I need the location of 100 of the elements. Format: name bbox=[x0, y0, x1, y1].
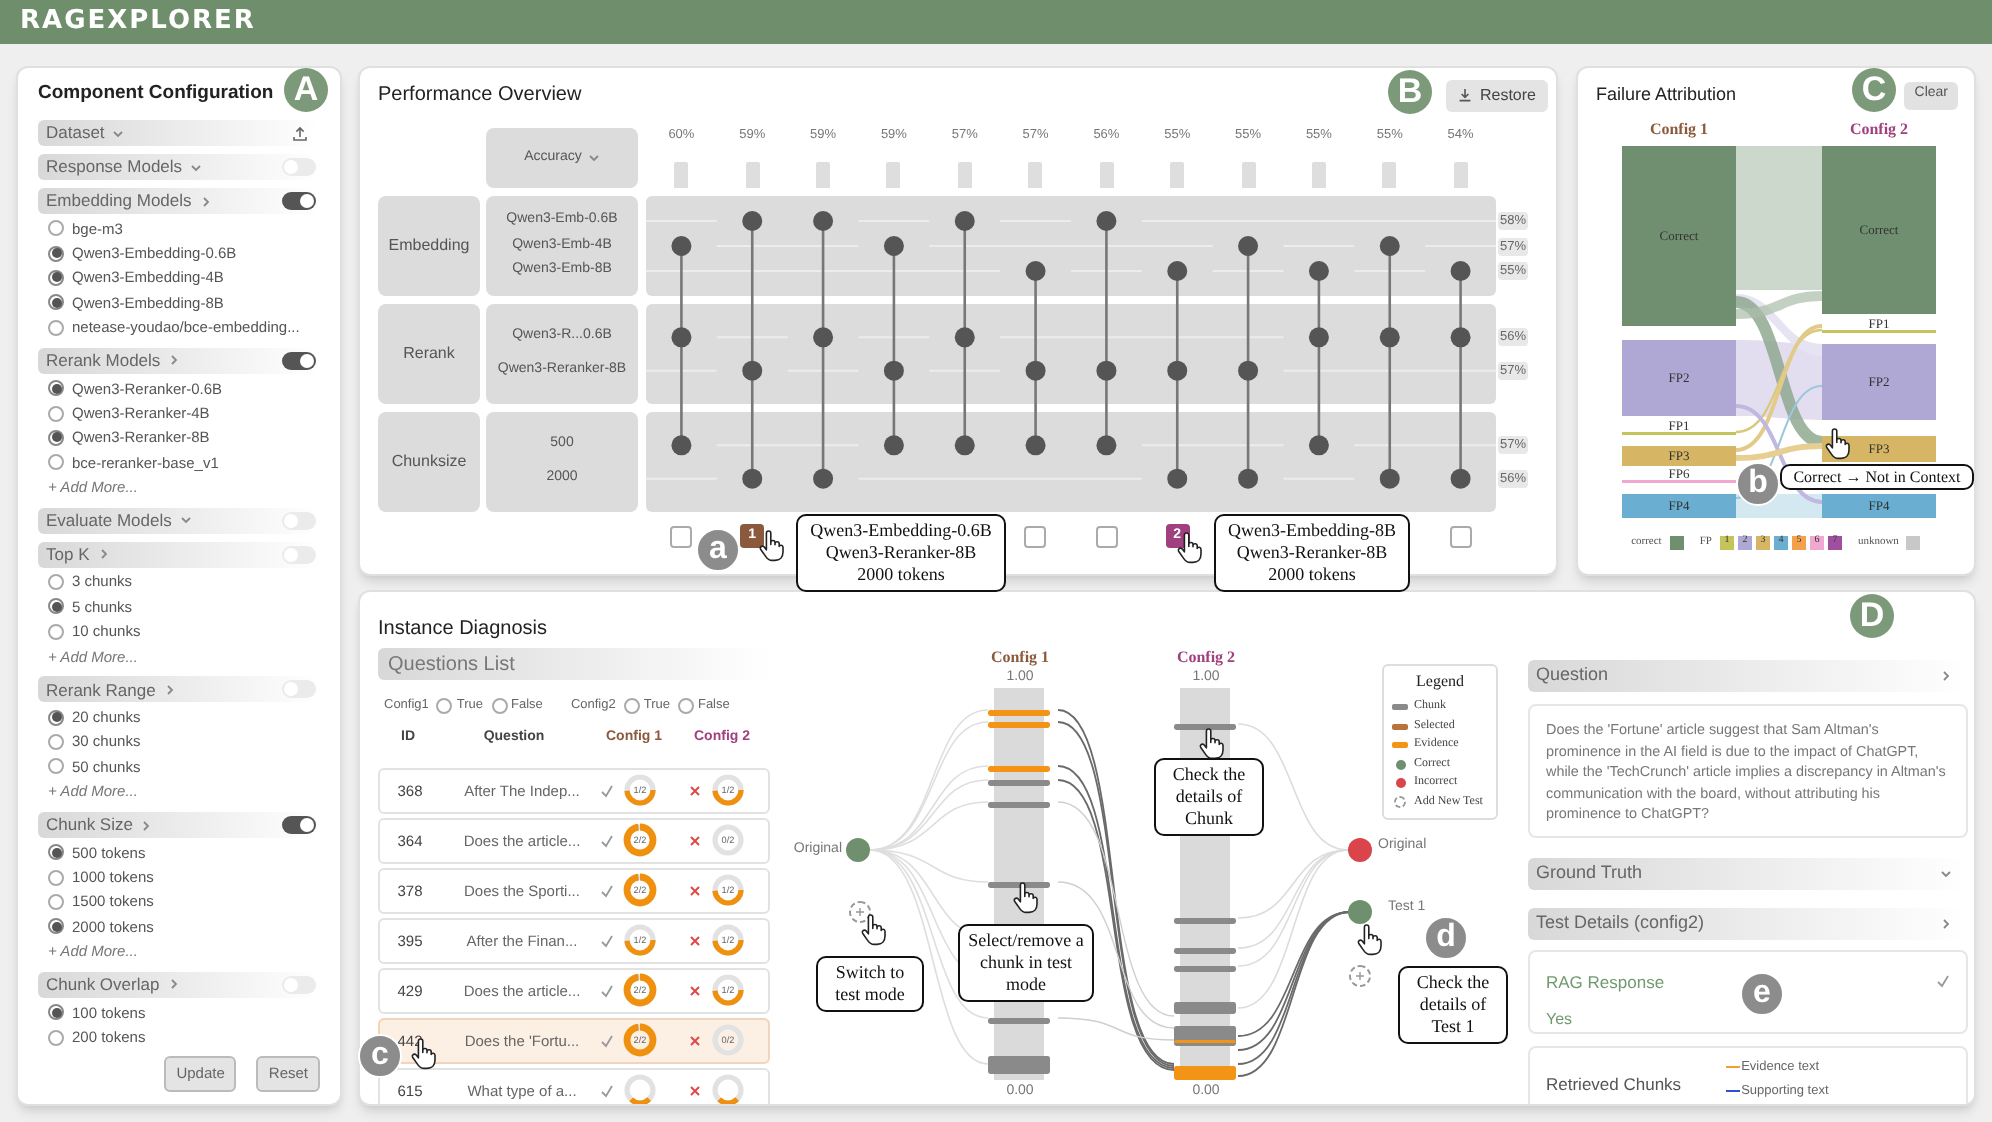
matrix-dot[interactable] bbox=[742, 468, 763, 489]
matrix-dot[interactable] bbox=[1308, 327, 1329, 348]
radio-button[interactable] bbox=[48, 269, 64, 286]
logo-text: RAGEXPLORER bbox=[20, 4, 256, 41]
matrix-dot[interactable] bbox=[883, 360, 904, 381]
matrix-dot[interactable] bbox=[954, 327, 975, 348]
matrix-dot[interactable] bbox=[671, 435, 692, 456]
radio-button[interactable] bbox=[491, 698, 508, 714]
panel-title: Instance Diagnosis bbox=[378, 618, 547, 640]
matrix-dot[interactable] bbox=[1379, 327, 1400, 348]
radio-button[interactable] bbox=[48, 319, 64, 336]
matrix-dot[interactable] bbox=[1450, 261, 1471, 281]
matrix-dot[interactable] bbox=[1308, 261, 1329, 281]
callout: Check the details of Chunk bbox=[1154, 758, 1264, 836]
sankey-node[interactable] bbox=[1622, 446, 1736, 466]
matrix-dot[interactable] bbox=[1025, 261, 1046, 281]
radio-button[interactable] bbox=[48, 598, 64, 615]
radio-button[interactable] bbox=[48, 574, 64, 591]
restore-button[interactable]: Restore bbox=[1445, 79, 1548, 111]
section-header[interactable]: Response Models bbox=[38, 154, 320, 180]
radio-button[interactable] bbox=[48, 623, 64, 640]
sankey-node[interactable] bbox=[1622, 494, 1736, 518]
matrix-dot[interactable] bbox=[813, 211, 834, 231]
radio-button[interactable] bbox=[48, 429, 64, 446]
section-label: Evaluate Models bbox=[46, 508, 172, 534]
section-label: Rerank Models bbox=[46, 348, 161, 374]
radio-button[interactable] bbox=[48, 918, 64, 935]
matrix-dot[interactable] bbox=[1308, 435, 1329, 456]
radio-button[interactable] bbox=[48, 844, 64, 861]
radio-button[interactable] bbox=[48, 1029, 64, 1046]
matrix-dot[interactable] bbox=[1238, 236, 1259, 256]
matrix-dot[interactable] bbox=[742, 211, 763, 231]
test-node[interactable] bbox=[1348, 838, 1372, 862]
section-header[interactable]: Evaluate Models bbox=[38, 507, 320, 534]
toggle-switch[interactable] bbox=[282, 351, 316, 370]
radio-button[interactable] bbox=[48, 245, 64, 262]
matrix-dot[interactable] bbox=[1450, 468, 1471, 489]
section-header[interactable]: Chunk Size bbox=[38, 812, 320, 839]
upload-icon[interactable] bbox=[292, 125, 308, 141]
checkbox[interactable] bbox=[1449, 525, 1472, 547]
matrix-dot[interactable] bbox=[813, 468, 834, 489]
matrix-dot[interactable] bbox=[742, 360, 763, 381]
matrix-dot[interactable] bbox=[1025, 360, 1046, 381]
toggle-switch[interactable] bbox=[282, 192, 316, 210]
group-label: Embedding bbox=[378, 196, 480, 296]
toggle-switch[interactable] bbox=[282, 816, 316, 835]
section-header[interactable]: Rerank Models bbox=[38, 347, 320, 374]
matrix-dot[interactable] bbox=[883, 435, 904, 456]
radio-button[interactable] bbox=[48, 758, 64, 775]
radio-button[interactable] bbox=[48, 294, 64, 311]
section-header[interactable]: Chunk Overlap bbox=[38, 971, 320, 998]
matrix-dot[interactable] bbox=[1096, 435, 1117, 456]
section-label: Rerank Range bbox=[46, 677, 156, 703]
sankey-node[interactable] bbox=[1822, 344, 1936, 420]
radio-button[interactable] bbox=[48, 405, 64, 422]
matrix-dot[interactable] bbox=[671, 327, 692, 348]
matrix-dot[interactable] bbox=[1167, 261, 1188, 281]
radio-button[interactable] bbox=[48, 709, 64, 726]
matrix-dot[interactable] bbox=[1167, 468, 1188, 489]
sankey-node[interactable] bbox=[1622, 146, 1736, 326]
matrix-dot[interactable] bbox=[1379, 468, 1400, 489]
radio-button[interactable] bbox=[48, 380, 64, 397]
section-header[interactable]: Embedding Models bbox=[38, 188, 320, 214]
sankey-node[interactable] bbox=[1622, 340, 1736, 416]
radio-button[interactable] bbox=[48, 734, 64, 751]
radio-button[interactable] bbox=[48, 1004, 64, 1021]
radio-button[interactable] bbox=[48, 220, 64, 237]
sankey-node[interactable] bbox=[1822, 146, 1936, 314]
callout: Qwen3-Embedding-8B Qwen3-Reranker-8B 2000 tokens bbox=[1214, 514, 1410, 592]
checkbox[interactable] bbox=[1024, 525, 1047, 547]
radio-button[interactable] bbox=[48, 454, 64, 471]
chevron-down-icon bbox=[587, 152, 600, 164]
radio-button[interactable] bbox=[623, 698, 640, 714]
config-label: Config 1 bbox=[1647, 118, 1711, 142]
matrix-dot[interactable] bbox=[1379, 236, 1400, 256]
matrix-dot[interactable] bbox=[1025, 435, 1046, 456]
matrix-dot[interactable] bbox=[954, 435, 975, 456]
radio-button[interactable] bbox=[436, 698, 453, 714]
radio-button[interactable] bbox=[48, 869, 64, 886]
radio-button[interactable] bbox=[48, 894, 64, 910]
radio-button[interactable] bbox=[677, 698, 694, 714]
legend-swatch bbox=[1392, 704, 1408, 711]
matrix-dot[interactable] bbox=[813, 327, 834, 348]
checkbox[interactable] bbox=[670, 525, 693, 547]
test-node[interactable] bbox=[1348, 900, 1372, 924]
matrix-dot[interactable] bbox=[1450, 327, 1471, 348]
test-node[interactable] bbox=[846, 838, 870, 862]
matrix-dot[interactable] bbox=[1238, 468, 1259, 489]
sankey-node[interactable] bbox=[1822, 494, 1936, 518]
matrix-dot[interactable] bbox=[954, 211, 975, 231]
hand-cursor-icon bbox=[1012, 882, 1038, 914]
section-header[interactable]: Top K bbox=[38, 541, 320, 568]
matrix-dot[interactable] bbox=[1096, 360, 1117, 381]
matrix-dot[interactable] bbox=[671, 236, 692, 256]
section-header[interactable]: Rerank Range bbox=[38, 676, 320, 703]
matrix-dot[interactable] bbox=[1096, 211, 1117, 231]
checkbox[interactable] bbox=[1095, 525, 1118, 547]
matrix-dot[interactable] bbox=[1167, 360, 1188, 381]
matrix-dot[interactable] bbox=[883, 236, 904, 256]
matrix-dot[interactable] bbox=[1238, 360, 1259, 381]
